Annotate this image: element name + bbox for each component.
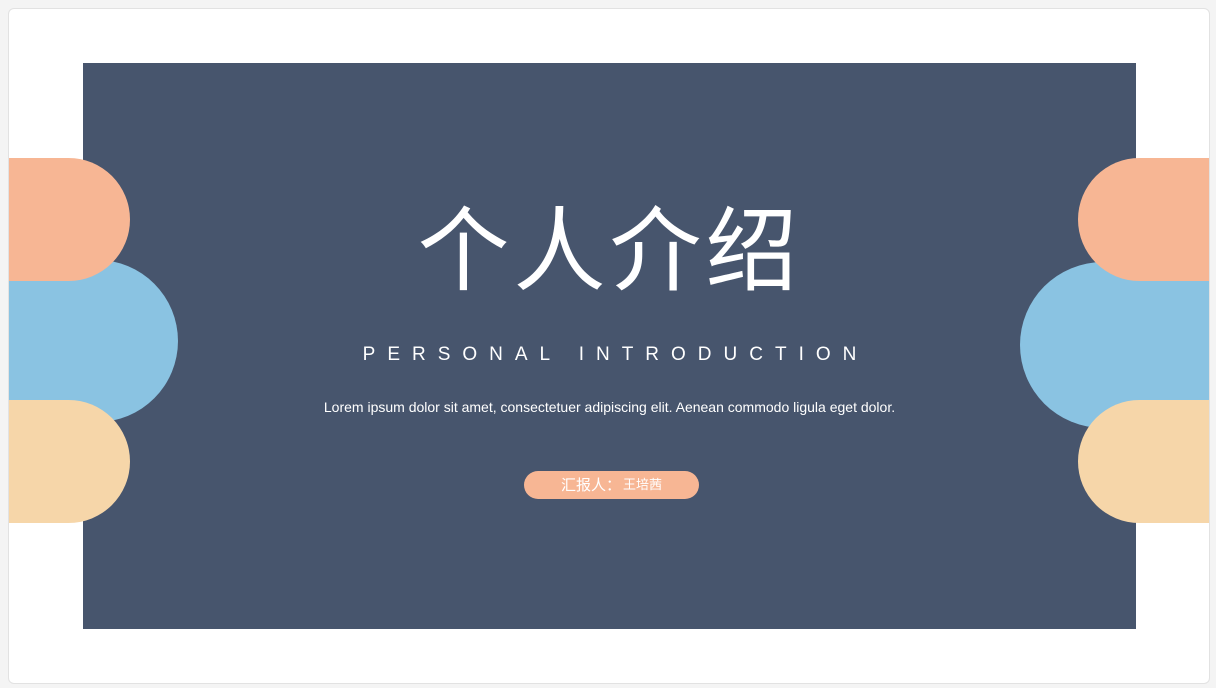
right-peach-shape [1078,158,1209,281]
slide-panel: 个人介绍 PERSONAL INTRODUCTION Lorem ipsum d… [83,63,1136,629]
left-blue-shape [9,260,178,422]
slide-subtitle: PERSONAL INTRODUCTION [362,344,869,365]
right-cream-shape [1078,400,1209,523]
slide-description: Lorem ipsum dolor sit amet, consectetuer… [323,399,896,415]
reporter-label: 汇报人： [560,475,621,494]
slide-frame: 个人介绍 PERSONAL INTRODUCTION Lorem ipsum d… [8,8,1210,684]
reporter-badge: 汇报人： 王培茜 [524,471,699,499]
left-cream-shape [9,400,130,523]
reporter-name: 王培茜 [623,477,663,493]
left-peach-shape [9,158,130,281]
slide-title: 个人介绍 [417,198,802,305]
